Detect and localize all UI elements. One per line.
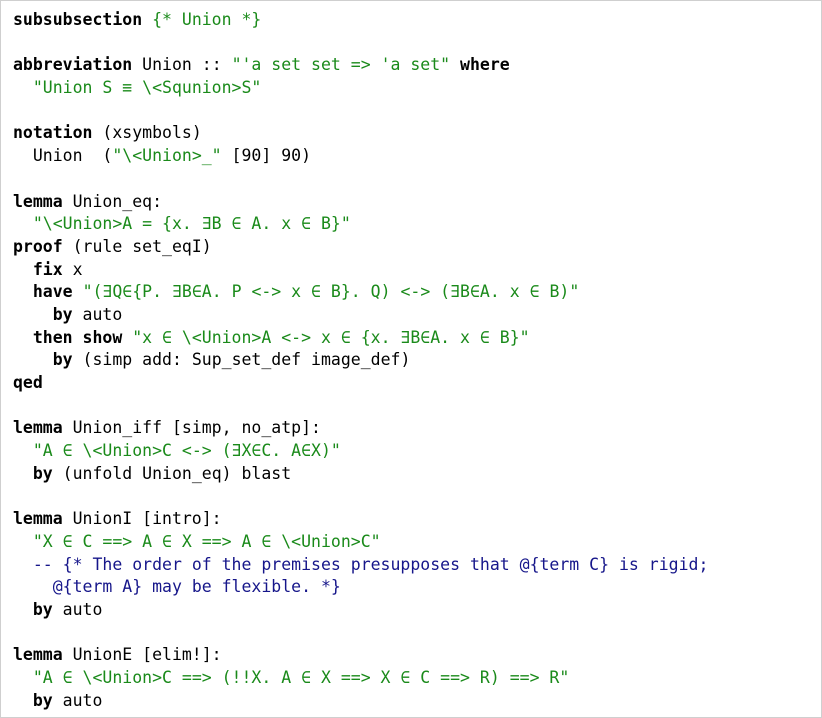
keyword-token: fix [32, 259, 63, 279]
keyword-token: have [32, 282, 73, 302]
code-line: subsubsection {* Union *} [13, 9, 821, 32]
keyword-token: by [52, 304, 73, 324]
keyword-token: by [32, 599, 53, 619]
code-line: then show "x ∈ \<Union>A <-> x ∈ {x. ∃B∈… [13, 327, 821, 350]
code-line: by auto [13, 690, 821, 713]
theory-editor[interactable]: subsubsection {* Union *} abbreviation U… [0, 0, 822, 718]
code-token: Union_eq: [62, 191, 163, 211]
string-token: "'a set set => 'a set" [231, 55, 451, 75]
code-token: (xsymbols) [92, 123, 202, 143]
code-token: Union :: [132, 55, 232, 75]
code-token: (rule set_eqI) [62, 236, 212, 256]
string-token: {* Union *} [152, 10, 262, 29]
code-line: qed [13, 372, 821, 395]
code-line: by (unfold Union_eq) blast [13, 463, 821, 486]
keyword-token: subsubsection [13, 10, 143, 29]
keyword-token: lemma [13, 509, 63, 529]
code-line: notation (xsymbols) [13, 122, 821, 145]
code-token: auto [52, 690, 103, 710]
code-line: "A ∈ \<Union>C <-> (∃X∈C. A∈X)" [13, 440, 821, 463]
code-line: "X ∈ C ==> A ∈ X ==> A ∈ \<Union>C" [13, 531, 821, 554]
code-token: (simp add: Sup_set_def image_def) [72, 350, 411, 370]
code-line: by (simp add: Sup_set_def image_def) [13, 349, 821, 372]
code-line: "\<Union>A = {x. ∃B ∈ A. x ∈ B}" [13, 213, 821, 236]
keyword-token: proof [13, 236, 63, 256]
code-line: lemma Union_iff [simp, no_atp]: [13, 417, 821, 440]
string-token: "x ∈ \<Union>A <-> x ∈ {x. ∃B∈A. x ∈ B}" [132, 327, 530, 347]
keyword-token: by [52, 350, 73, 370]
code-line: "A ∈ \<Union>C ==> (!!X. A ∈ X ==> X ∈ C… [13, 667, 821, 690]
keyword-token: lemma [13, 645, 63, 665]
code-line: by auto [13, 599, 821, 622]
keyword-token: then show [32, 327, 123, 347]
keyword-token: notation [13, 123, 93, 143]
comment-token: -- {* The order of the premises presuppo… [32, 554, 709, 574]
code-token: (unfold Union_eq) blast [52, 463, 292, 483]
keyword-token: by [32, 690, 53, 710]
code-line: lemma UnionE [elim!]: [13, 644, 821, 667]
string-token: "\<Union>_" [112, 146, 222, 166]
string-token: "\<Union>A = {x. ∃B ∈ A. x ∈ B}" [32, 214, 351, 234]
keyword-token: where [460, 55, 510, 75]
code-line: by auto [13, 304, 821, 327]
keyword-token: by [32, 463, 53, 483]
code-token: x [62, 259, 83, 279]
code-line: Union ("\<Union>_" [90] 90) [13, 145, 821, 168]
code-line: "Union S ≡ \<Squnion>S" [13, 77, 821, 100]
theory-code[interactable]: subsubsection {* Union *} abbreviation U… [13, 9, 821, 712]
string-token: "A ∈ \<Union>C <-> (∃X∈C. A∈X)" [32, 441, 341, 461]
code-token: UnionE [elim!]: [62, 645, 222, 665]
keyword-token: abbreviation [13, 55, 133, 75]
code-line: -- {* The order of the premises presuppo… [13, 554, 821, 577]
string-token: "A ∈ \<Union>C ==> (!!X. A ∈ X ==> X ∈ C… [32, 667, 570, 687]
code-line: proof (rule set_eqI) [13, 236, 821, 259]
code-token: Union ( [13, 146, 113, 166]
code-line: have "(∃Q∈{P. ∃B∈A. P <-> x ∈ B}. Q) <->… [13, 281, 821, 304]
code-token: auto [72, 304, 123, 324]
code-token: auto [52, 599, 103, 619]
string-token: "Union S ≡ \<Squnion>S" [32, 78, 262, 98]
comment-token: @{term A} may be flexible. *} [52, 577, 341, 597]
code-line: abbreviation Union :: "'a set set => 'a … [13, 54, 821, 77]
code-token: Union_iff [simp, no_atp]: [62, 418, 321, 438]
string-token: "X ∈ C ==> A ∈ X ==> A ∈ \<Union>C" [32, 531, 381, 551]
code-token: UnionI [intro]: [62, 509, 222, 529]
code-line: lemma Union_eq: [13, 191, 821, 214]
code-line: fix x [13, 259, 821, 282]
keyword-token: lemma [13, 191, 63, 211]
keyword-token: qed [13, 373, 43, 392]
string-token: "(∃Q∈{P. ∃B∈A. P <-> x ∈ B}. Q) <-> (∃B∈… [82, 282, 580, 302]
code-token: [90] 90) [221, 146, 312, 166]
code-line: @{term A} may be flexible. *} [13, 576, 821, 599]
keyword-token: lemma [13, 418, 63, 438]
code-line: lemma UnionI [intro]: [13, 508, 821, 531]
